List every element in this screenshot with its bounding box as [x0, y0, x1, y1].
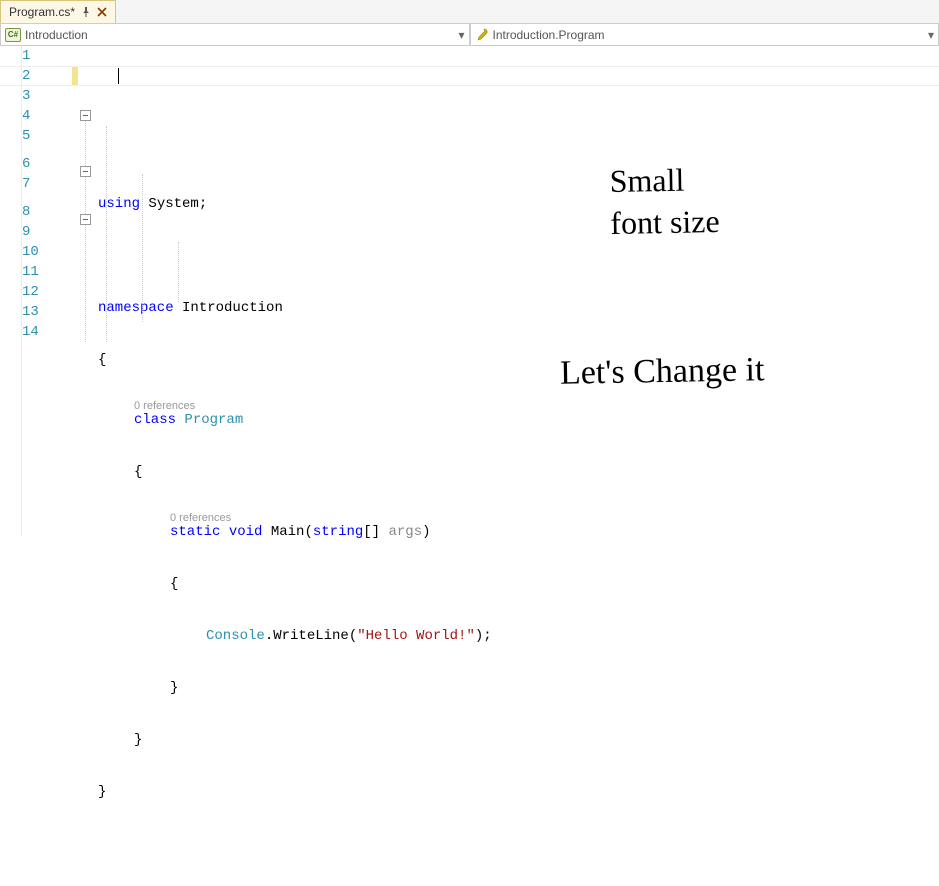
code-area[interactable]: using System; namespace Introduction { 0… — [98, 46, 939, 536]
fold-toggle[interactable] — [80, 166, 91, 177]
document-tab-bar: Program.cs* — [0, 0, 939, 24]
handwriting-annotation: Let's Change it — [560, 348, 765, 396]
code-text: { — [98, 350, 106, 370]
line-number: 4 — [22, 106, 30, 126]
scope-namespace-label: Introduction — [25, 28, 454, 42]
line-number: 14 — [22, 322, 39, 342]
code-text: { — [170, 574, 178, 594]
line-number-gutter: 1 2 3 4 5 6 7 8 9 10 11 12 13 14 — [22, 46, 72, 536]
code-text: string — [313, 522, 363, 542]
code-text: Console — [206, 626, 265, 646]
line-number: 3 — [22, 86, 30, 106]
code-text: } — [134, 730, 142, 750]
code-editor[interactable]: 1 2 3 4 5 6 7 8 9 10 11 12 13 14 — [0, 46, 939, 536]
line-number: 12 — [22, 282, 39, 302]
scope-dropdown-namespace[interactable]: C# Introduction ▾ — [0, 24, 470, 45]
code-text: Introduction — [174, 298, 283, 318]
code-text: Main( — [262, 522, 312, 542]
fold-toggle[interactable] — [80, 110, 91, 121]
codelens-references[interactable]: 0 references — [134, 396, 195, 416]
indicator-margin — [0, 46, 22, 536]
code-text: } — [170, 678, 178, 698]
code-text: namespace — [98, 298, 174, 318]
code-text: "Hello World!" — [357, 626, 475, 646]
line-number: 1 — [22, 46, 30, 66]
line-number: 9 — [22, 222, 30, 242]
code-text: ) — [422, 522, 430, 542]
code-text: ); — [475, 626, 492, 646]
scope-dropdown-class[interactable]: Introduction.Program ▾ — [470, 24, 939, 45]
line-number: 2 — [22, 66, 30, 86]
chevron-down-icon: ▾ — [928, 28, 934, 42]
line-number: 7 — [22, 174, 30, 194]
scope-class-label: Introduction.Program — [493, 28, 924, 42]
chevron-down-icon: ▾ — [458, 28, 464, 42]
codelens-references[interactable]: 0 references — [170, 508, 231, 528]
fold-toggle[interactable] — [80, 214, 91, 225]
line-number: 5 — [22, 126, 30, 146]
code-text: [] — [363, 522, 388, 542]
line-number: 11 — [22, 262, 39, 282]
line-number: 8 — [22, 202, 30, 222]
annotation-text: Let's Change it — [560, 348, 765, 396]
code-text: .WriteLine( — [265, 626, 357, 646]
document-tab-program[interactable]: Program.cs* — [0, 0, 116, 23]
outline-margin — [78, 46, 98, 536]
annotation-text: font size — [610, 201, 720, 244]
code-text: System; — [140, 194, 207, 214]
code-text: args — [389, 522, 423, 542]
code-text: { — [134, 462, 142, 482]
pin-icon[interactable] — [81, 7, 91, 17]
line-number: 13 — [22, 302, 39, 322]
csharp-icon: C# — [5, 28, 21, 42]
handwriting-annotation: Small font size — [609, 159, 720, 244]
line-number: 10 — [22, 242, 39, 262]
tab-title: Program.cs* — [9, 5, 75, 19]
code-text: using — [98, 194, 140, 214]
close-icon[interactable] — [97, 7, 107, 17]
class-icon — [475, 28, 489, 42]
annotation-text: Small — [609, 159, 719, 202]
line-number: 6 — [22, 154, 30, 174]
code-text: } — [98, 782, 106, 802]
navigation-bar: C# Introduction ▾ Introduction.Program ▾ — [0, 24, 939, 46]
